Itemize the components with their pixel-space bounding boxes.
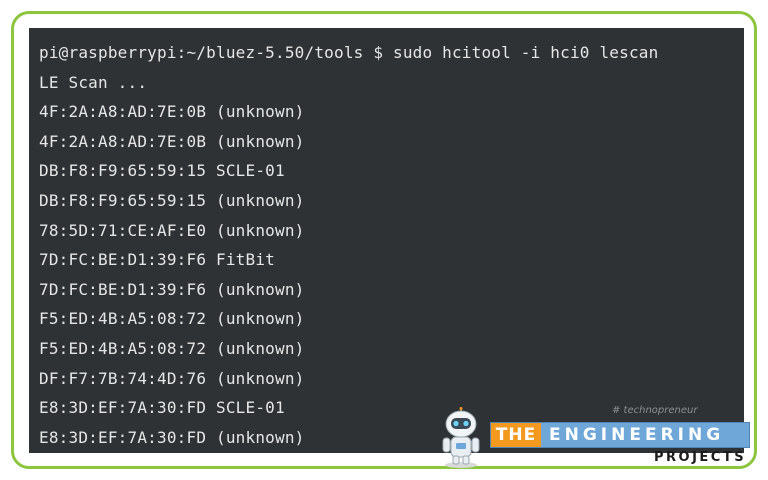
terminal-output-line: DF:F7:7B:74:4D:76 (unknown) xyxy=(39,368,305,388)
projects-label: PROJECTS xyxy=(654,450,747,465)
terminal-command-line: pi@raspberrypi:~/bluez-5.50/tools $ sudo… xyxy=(39,43,659,62)
banner-engineering-label: ENGINEERING xyxy=(549,425,725,445)
terminal-output-line: 7D:FC:BE:D1:39:F6 (unknown) xyxy=(39,279,305,299)
engineering-banner: THE ENGINEERING xyxy=(490,422,750,448)
terminal-output-line: DB:F8:F9:65:59:15 SCLE-01 xyxy=(39,161,285,181)
terminal-output-line: LE Scan ... xyxy=(39,72,148,92)
terminal-window[interactable]: pi@raspberrypi:~/bluez-5.50/tools $ sudo… xyxy=(29,28,744,453)
robot-icon xyxy=(442,407,480,468)
terminal-output-line: 4F:2A:A8:AD:7E:0B (unknown) xyxy=(39,131,305,151)
banner-the-label: THE xyxy=(491,423,541,447)
terminal-output-line: 78:5D:71:CE:AF:E0 (unknown) xyxy=(39,220,305,240)
terminal-output-line: 7D:FC:BE:D1:39:F6 FitBit xyxy=(39,250,275,270)
terminal-output-line: DB:F8:F9:65:59:15 (unknown) xyxy=(39,190,305,210)
watermark-logo: # technopreneur THE ENGINEERING PROJECTS xyxy=(432,405,762,477)
terminal-output-line: 4F:2A:A8:AD:7E:0B (unknown) xyxy=(39,102,305,122)
watermark-tagline: # technopreneur xyxy=(612,405,698,416)
terminal-output-line: F5:ED:4B:A5:08:72 (unknown) xyxy=(39,309,305,329)
terminal-output-line: F5:ED:4B:A5:08:72 (unknown) xyxy=(39,338,305,358)
